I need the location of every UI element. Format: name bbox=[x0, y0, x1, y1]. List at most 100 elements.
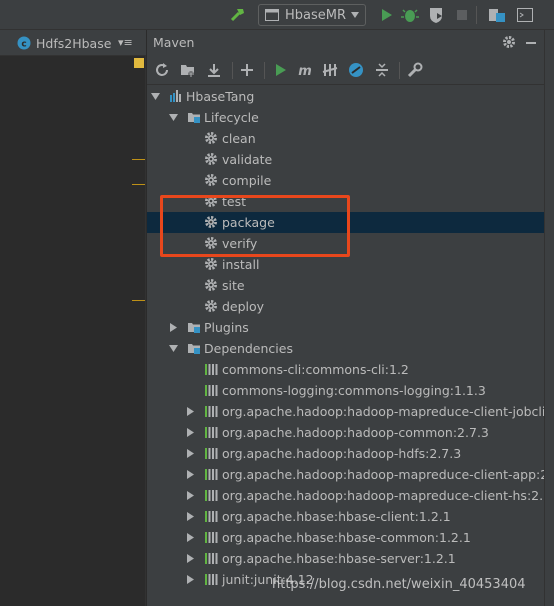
dependency-item[interactable]: commons-logging:commons-logging:1.1.3 bbox=[147, 380, 544, 401]
application-icon bbox=[265, 9, 279, 21]
dependency-item[interactable]: org.apache.hadoop:hadoop-mapreduce-clien… bbox=[147, 401, 554, 422]
execute-goal-icon[interactable]: m bbox=[296, 61, 314, 79]
tree-item-label: clean bbox=[222, 131, 256, 146]
chevron-right-icon[interactable] bbox=[186, 449, 195, 458]
chevron-right-icon[interactable] bbox=[186, 512, 195, 521]
run-icon[interactable] bbox=[271, 61, 289, 79]
dependency-item[interactable]: org.apache.hadoop:hadoop-common:2.7.3 bbox=[147, 422, 544, 443]
dependency-item[interactable]: org.apache.hbase:hbase-server:1.2.1 bbox=[147, 548, 544, 569]
gear-icon bbox=[204, 131, 218, 145]
tree-item-label: install bbox=[222, 257, 260, 272]
chevron-down-icon[interactable] bbox=[169, 344, 178, 353]
tree-item-label: commons-cli:commons-cli:1.2 bbox=[222, 362, 409, 377]
tree-item-label: org.apache.hbase:hbase-common:1.2.1 bbox=[222, 530, 471, 545]
dependency-item[interactable]: org.apache.hadoop:hadoop-mapreduce-clien… bbox=[147, 464, 554, 485]
terminal-icon[interactable] bbox=[515, 5, 535, 25]
library-icon bbox=[204, 404, 218, 418]
tree-dependencies[interactable]: Dependencies bbox=[147, 338, 544, 359]
chevron-right-icon[interactable] bbox=[186, 491, 195, 500]
svg-text:c: c bbox=[21, 40, 26, 50]
run-configuration-dropdown[interactable]: HbaseMR bbox=[258, 4, 366, 26]
tree-item-label: org.apache.hadoop:hadoop-mapreduce-clien… bbox=[222, 467, 554, 482]
svg-text:m: m bbox=[298, 64, 312, 79]
error-stripe-mark[interactable] bbox=[132, 300, 145, 301]
plugins-folder-icon bbox=[187, 320, 201, 334]
library-icon bbox=[204, 509, 218, 523]
hammer-icon[interactable] bbox=[228, 5, 248, 25]
lifecycle-goal-compile[interactable]: compile bbox=[147, 170, 544, 191]
library-icon bbox=[204, 467, 218, 481]
stop-icon[interactable] bbox=[452, 5, 472, 25]
java-class-icon: c bbox=[17, 36, 31, 50]
error-stripe-mark[interactable] bbox=[132, 159, 145, 160]
run-icon[interactable] bbox=[376, 5, 396, 25]
settings-icon[interactable] bbox=[406, 61, 424, 79]
watermark: https://blog.csdn.net/weixin_40453404 bbox=[272, 577, 526, 592]
toggle-offline-icon[interactable] bbox=[321, 61, 339, 79]
gear-icon bbox=[204, 173, 218, 187]
maven-projects-tree: HbaseTang Lifecycle clean validate compile te… bbox=[147, 85, 554, 606]
plus-icon[interactable] bbox=[238, 61, 256, 79]
chevron-right-icon[interactable] bbox=[186, 407, 195, 416]
chevron-right-icon[interactable] bbox=[169, 323, 178, 332]
library-icon bbox=[204, 551, 218, 565]
tree-item-label: HbaseTang bbox=[186, 89, 255, 104]
lifecycle-goal-validate[interactable]: validate bbox=[147, 149, 544, 170]
tree-item-label: deploy bbox=[222, 299, 265, 314]
tab-label: Hdfs2Hbase bbox=[36, 36, 112, 51]
dependency-item[interactable]: org.apache.hbase:hbase-client:1.2.1 bbox=[147, 506, 544, 527]
tree-item-label: org.apache.hadoop:hadoop-mapreduce-clien… bbox=[222, 404, 554, 419]
tree-item-label: org.apache.hadoop:hadoop-hdfs:2.7.3 bbox=[222, 446, 462, 461]
project-structure-icon[interactable] bbox=[487, 5, 507, 25]
maven-panel-header: Maven bbox=[147, 30, 544, 56]
tree-item-label: org.apache.hadoop:hadoop-mapreduce-clien… bbox=[222, 488, 554, 503]
collapse-all-icon[interactable] bbox=[373, 61, 391, 79]
annotation-highlight-box bbox=[160, 195, 350, 257]
skip-tests-icon[interactable] bbox=[347, 61, 365, 79]
dependencies-folder-icon bbox=[187, 341, 201, 355]
tree-item-label: Plugins bbox=[204, 320, 249, 335]
library-icon bbox=[204, 530, 218, 544]
tab-menu-icon[interactable]: ▾≡ bbox=[118, 36, 133, 49]
download-icon[interactable] bbox=[205, 61, 223, 79]
minimize-icon[interactable] bbox=[526, 42, 536, 44]
editor-tab-bar: c Hdfs2Hbase ▾≡ bbox=[0, 30, 146, 56]
tree-project-hbasetang[interactable]: HbaseTang bbox=[147, 86, 544, 107]
dependency-item[interactable]: commons-cli:commons-cli:1.2 bbox=[147, 359, 544, 380]
tree-item-label: validate bbox=[222, 152, 273, 167]
library-icon bbox=[204, 572, 218, 586]
scrollbar[interactable] bbox=[544, 30, 554, 606]
reload-icon[interactable] bbox=[153, 61, 171, 79]
error-stripe-mark[interactable] bbox=[132, 184, 145, 185]
chevron-right-icon[interactable] bbox=[186, 554, 195, 563]
add-maven-project-icon[interactable] bbox=[179, 61, 197, 79]
editor-gutter bbox=[0, 56, 146, 606]
tree-plugins[interactable]: Plugins bbox=[147, 317, 544, 338]
chevron-right-icon[interactable] bbox=[186, 428, 195, 437]
tree-item-label: Lifecycle bbox=[204, 110, 259, 125]
lifecycle-goal-install[interactable]: install bbox=[147, 254, 544, 275]
chevron-right-icon[interactable] bbox=[186, 533, 195, 542]
chevron-right-icon[interactable] bbox=[186, 470, 195, 479]
dependency-item[interactable]: org.apache.hbase:hbase-common:1.2.1 bbox=[147, 527, 544, 548]
debug-icon[interactable] bbox=[400, 5, 420, 25]
tree-lifecycle[interactable]: Lifecycle bbox=[147, 107, 544, 128]
chevron-down-icon[interactable] bbox=[151, 92, 160, 101]
tab-hdfs2hbase[interactable]: c Hdfs2Hbase ▾≡ bbox=[13, 30, 143, 56]
gear-icon bbox=[204, 299, 218, 313]
warning-marker[interactable] bbox=[134, 58, 144, 68]
lifecycle-goal-deploy[interactable]: deploy bbox=[147, 296, 544, 317]
main-toolbar: HbaseMR bbox=[0, 0, 554, 30]
gear-icon[interactable] bbox=[502, 35, 516, 49]
chevron-down-icon[interactable] bbox=[169, 113, 178, 122]
tree-item-label: org.apache.hadoop:hadoop-common:2.7.3 bbox=[222, 425, 489, 440]
coverage-icon[interactable] bbox=[426, 5, 446, 25]
tree-item-label: org.apache.hbase:hbase-server:1.2.1 bbox=[222, 551, 456, 566]
chevron-right-icon[interactable] bbox=[186, 575, 195, 584]
library-icon bbox=[204, 488, 218, 502]
tree-item-label: commons-logging:commons-logging:1.1.3 bbox=[222, 383, 486, 398]
lifecycle-goal-clean[interactable]: clean bbox=[147, 128, 544, 149]
lifecycle-goal-site[interactable]: site bbox=[147, 275, 544, 296]
dependency-item[interactable]: org.apache.hadoop:hadoop-hdfs:2.7.3 bbox=[147, 443, 544, 464]
dependency-item[interactable]: org.apache.hadoop:hadoop-mapreduce-clien… bbox=[147, 485, 554, 506]
